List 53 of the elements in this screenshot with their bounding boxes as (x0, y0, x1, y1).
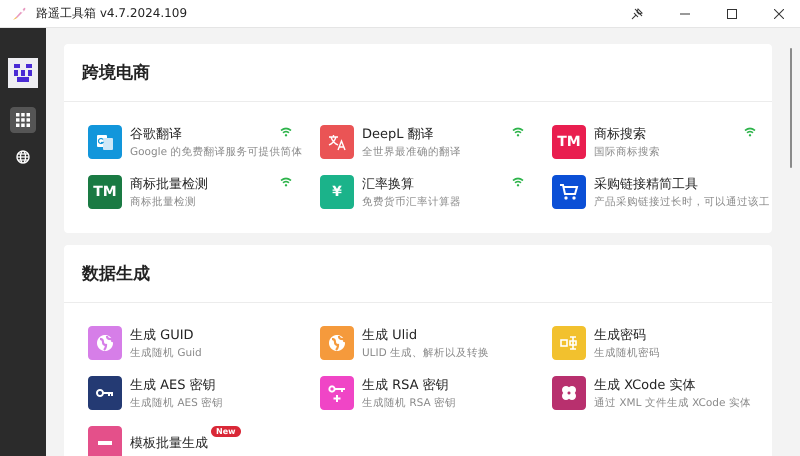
grid-icon (16, 113, 30, 127)
tool-item[interactable]: 模板批量生成 New (88, 426, 320, 456)
tool-item[interactable]: 生成 Ulid ULID 生成、解析以及转换 (320, 326, 552, 360)
globe-icon (16, 150, 30, 164)
tool-title: 生成密码 (594, 327, 646, 344)
tool-item[interactable]: 生成 GUID 生成随机 Guid (88, 326, 320, 360)
tool-title: 生成 Ulid (362, 327, 418, 344)
tool-description: 生成随机 AES 密钥 (130, 396, 224, 410)
tool-item[interactable]: 生成 RSA 密钥 生成随机 RSA 密钥 (320, 376, 552, 410)
tool-description: 全世界最准确的翻译 (362, 145, 461, 159)
close-icon[interactable] (774, 8, 784, 18)
tool-item[interactable]: TM 商标批量检测 商标批量检测 (88, 175, 320, 209)
maximize-icon[interactable] (727, 8, 737, 18)
tool-item[interactable]: 生成密码 生成随机密码 (552, 326, 782, 360)
tool-title: DeepL 翻译 (362, 126, 434, 143)
tool-item[interactable]: 谷歌翻译 Google 的免费翻译服务可提供简体 (88, 125, 320, 159)
tool-item[interactable]: 采购链接精简工具 产品采购链接过长时，可以通过该工 (552, 175, 782, 209)
tool-description: 产品采购链接过长时，可以通过该工 (594, 195, 770, 209)
tool-title: 汇率换算 (362, 176, 414, 193)
tool-description: 通过 XML 文件生成 XCode 实体 (594, 396, 751, 410)
window-title: 路遥工具箱 v4.7.2024.109 (36, 5, 188, 22)
tool-item[interactable]: ¥ 汇率换算 免费货币汇率计算器 (320, 175, 552, 209)
tool-description: 生成随机密码 (594, 346, 660, 360)
tool-item[interactable]: 生成 AES 密钥 生成随机 AES 密钥 (88, 376, 320, 410)
tool-title: 谷歌翻译 (130, 126, 182, 143)
section-title: 跨境电商 (82, 62, 150, 84)
tool-title: 生成 GUID (130, 327, 194, 344)
tool-icon: TM (88, 175, 122, 209)
pin-icon[interactable] (631, 8, 643, 20)
tool-title: 商标批量检测 (130, 176, 208, 193)
tool-title: 采购链接精简工具 (594, 176, 698, 193)
tool-description: 生成随机 Guid (130, 346, 202, 360)
tool-item[interactable]: 生成 XCode 实体 通过 XML 文件生成 XCode 实体 (552, 376, 782, 410)
tool-item[interactable]: TM 商标搜索 国际商标搜索 (552, 125, 782, 159)
tool-title: 模板批量生成 (130, 435, 208, 452)
apps-nav-button[interactable] (10, 107, 36, 133)
tool-title: 生成 AES 密钥 (130, 377, 216, 394)
tool-title: 生成 XCode 实体 (594, 377, 696, 394)
tool-description: 免费货币汇率计算器 (362, 195, 461, 209)
logo-icon (8, 58, 38, 88)
tool-title: 商标搜索 (594, 126, 646, 143)
section-title: 数据生成 (82, 263, 150, 285)
tool-description: Google 的免费翻译服务可提供简体 (130, 145, 302, 159)
tool-icon: ¥ (320, 175, 354, 209)
tool-description: 商标批量检测 (130, 195, 197, 209)
tool-title: 生成 RSA 密钥 (362, 377, 449, 394)
new-badge: New (211, 426, 241, 437)
tool-description: 国际商标搜索 (594, 145, 660, 159)
scrollbar-thumb[interactable] (790, 48, 792, 168)
tool-item[interactable]: DeepL 翻译 全世界最准确的翻译 (320, 125, 552, 159)
tool-description: ULID 生成、解析以及转换 (362, 346, 490, 360)
tool-description: 生成随机 RSA 密钥 (362, 396, 456, 410)
tool-icon: TM (552, 125, 586, 159)
